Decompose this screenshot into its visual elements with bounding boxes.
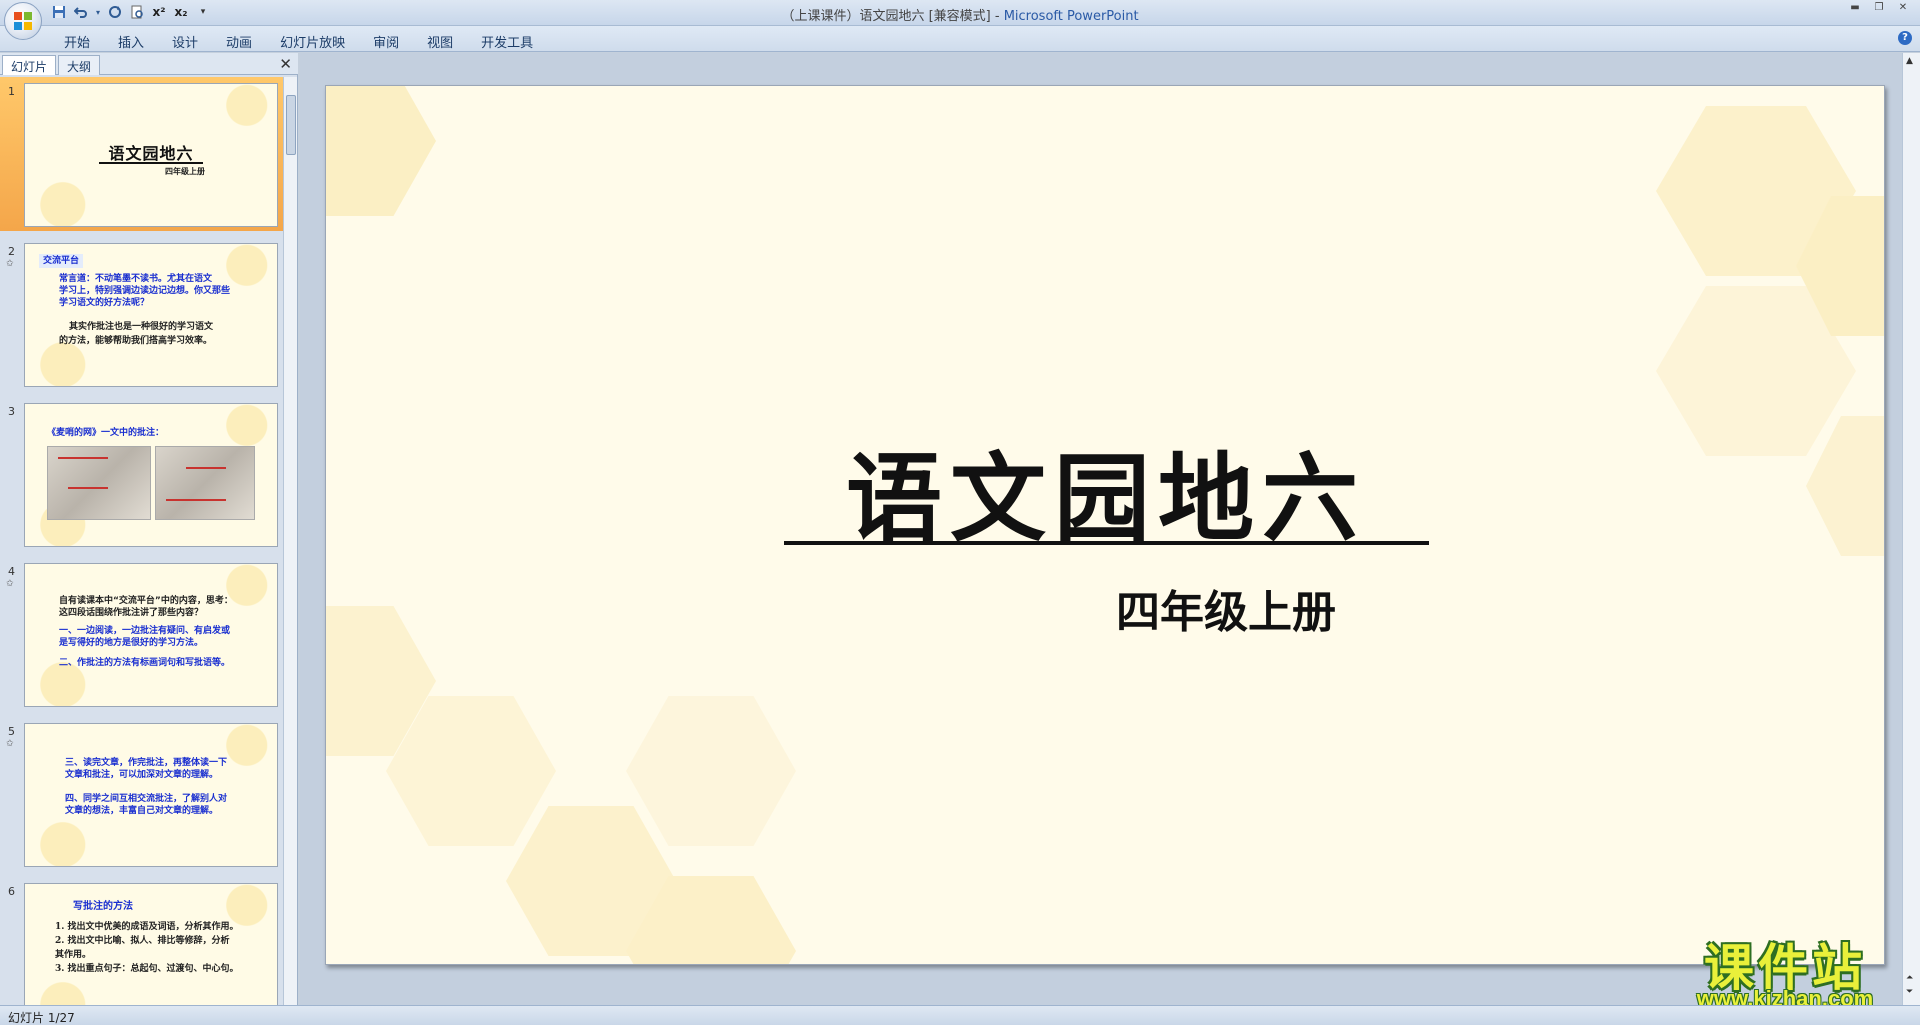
minimize-icon[interactable]: ▬ <box>1844 2 1866 16</box>
slide-thumbnail[interactable]: 写批注的方法 1. 找出文中优美的成语及词语，分析其作用。 2. 找出文中比喻、… <box>24 883 278 1005</box>
thumbnail-subtitle: 四年级上册 <box>165 166 205 176</box>
close-icon[interactable]: ✕ <box>1892 2 1914 16</box>
title-bar: ▾ x² x₂ ▾ （上课课件）语文园地六 [兼容模式] - Microsoft… <box>0 0 1920 26</box>
title-underline <box>784 541 1429 545</box>
slide-thumbnail[interactable]: 交流平台 常言道：不动笔墨不读书。尤其在语文 学习上，特别强调边读边记边想。你又… <box>24 243 278 387</box>
tab-view[interactable]: 视图 <box>413 30 467 53</box>
hexagon-decoration <box>626 696 796 846</box>
thumbnail-row[interactable]: 1 语文园地六 四年级上册 <box>0 77 284 231</box>
tab-slideshow[interactable]: 幻灯片放映 <box>266 30 359 53</box>
slide-number: 2 <box>8 245 15 258</box>
thumbnail-line: 文章的想法，丰富自己对文章的理解。 <box>65 806 219 816</box>
thumbnail-line: 是写得好的地方是很好的学习方法。 <box>59 638 204 648</box>
thumbnail-line: 文章和批注，可以加深对文章的理解。 <box>65 770 219 780</box>
annotation-photo <box>155 446 255 520</box>
thumbnail-line: 二、作批注的方法有标画词句和写批语等。 <box>59 658 231 668</box>
app-name: Microsoft PowerPoint <box>1003 9 1139 24</box>
thumbnail-heading: 交流平台 <box>39 254 84 268</box>
ribbon-tab-strip: 开始 插入 设计 动画 幻灯片放映 审阅 视图 开发工具 <box>50 30 547 53</box>
tab-slides[interactable]: 幻灯片 <box>2 55 57 75</box>
slide-title[interactable]: 语文园地六 <box>776 421 1436 560</box>
slide-number: 6 <box>8 885 15 898</box>
thumbnail-row[interactable]: 2 ✩ 交流平台 常言道：不动笔墨不读书。尤其在语文 学习上，特别强调边读边记边… <box>0 237 284 391</box>
slide-subtitle[interactable]: 四年级上册 <box>1116 576 1336 640</box>
thumbnail-row[interactable]: 5 ✩ 三、读完文章，作完批注，再整体读一下 文章和批注，可以加深对文章的理解。… <box>0 717 284 871</box>
thumbnail-heading: 《麦哨的网》一文中的批注： <box>47 428 165 438</box>
scrollbar-thumb[interactable] <box>286 95 296 155</box>
thumbnail-line: 2. 找出文中比喻、拟人、排比等修辞，分析 <box>55 936 230 946</box>
thumbnail-line: 1. 找出文中优美的成语及词语，分析其作用。 <box>55 922 239 932</box>
slide-thumbnail[interactable]: 《麦哨的网》一文中的批注： <box>24 403 278 547</box>
hexagon-decoration <box>1806 416 1884 556</box>
office-logo-icon <box>14 12 32 30</box>
red-ink-mark <box>58 457 108 459</box>
thumbnail-heading: 写批注的方法 <box>73 901 133 912</box>
slide-thumbnail[interactable]: 自有读课本中“交流平台”中的内容，思考： 这四段话围绕作批注讲了那些内容？ 一、… <box>24 563 278 707</box>
thumbnail-line: 其作用。 <box>55 950 92 960</box>
thumbnail-row[interactable]: 4 ✩ 自有读课本中“交流平台”中的内容，思考： 这四段话围绕作批注讲了那些内容… <box>0 557 284 711</box>
slide-thumbnail[interactable]: 三、读完文章，作完批注，再整体读一下 文章和批注，可以加深对文章的理解。 四、同… <box>24 723 278 867</box>
restore-icon[interactable]: ❐ <box>1868 2 1890 16</box>
thumbnail-row[interactable]: 3 《麦哨的网》一文中的批注： <box>0 397 284 551</box>
main-scrollbar[interactable]: ▲ ⏶ ⏷ <box>1902 53 1920 1005</box>
status-bar: 幻灯片 1/27 <box>0 1005 1920 1025</box>
tab-review[interactable]: 审阅 <box>359 30 413 53</box>
tab-design[interactable]: 设计 <box>158 30 212 53</box>
slide-canvas[interactable]: 语文园地六 四年级上册 <box>325 85 1885 965</box>
slide-number: 5 <box>8 725 15 738</box>
thumbnail-title: 语文园地六 <box>108 144 194 163</box>
window-title: （上课课件）语文园地六 [兼容模式] - Microsoft PowerPoin… <box>0 5 1920 24</box>
annotation-photo <box>47 446 151 520</box>
tab-insert[interactable]: 插入 <box>104 30 158 53</box>
watermark-logo: 课件站 www.kjzhan.com <box>1670 928 1900 1011</box>
hexagon-decoration <box>326 86 436 216</box>
pane-tab-strip: 幻灯片 大纲 ✕ <box>0 53 298 75</box>
tab-developer[interactable]: 开发工具 <box>467 30 547 53</box>
window-controls: ▬ ❐ ✕ <box>1844 2 1914 16</box>
tab-home[interactable]: 开始 <box>50 30 104 53</box>
slide-number: 4 <box>8 565 15 578</box>
thumbnail-line: 3. 找出重点句子：总起句、过渡句、中心句。 <box>55 964 239 974</box>
red-ink-mark <box>166 499 226 501</box>
red-ink-mark <box>186 467 226 469</box>
slide-counter: 幻灯片 1/27 <box>8 1011 75 1025</box>
thumbnail-line: 的方法，能够帮助我们搭高学习效率。 <box>59 336 213 346</box>
slide-number: 3 <box>8 405 15 418</box>
animation-star-icon: ✩ <box>6 579 14 589</box>
ribbon-tabs: 开始 插入 设计 动画 幻灯片放映 审阅 视图 开发工具 ? <box>0 26 1920 52</box>
slides-pane: 幻灯片 大纲 ✕ 1 语文园地六 四年级上册 2 ✩ 交流平台 常言道：不动笔墨… <box>0 53 298 1005</box>
animation-star-icon: ✩ <box>6 259 14 269</box>
thumbnail-line: 学习语文的好方法呢？ <box>59 298 150 308</box>
slide-thumbnail[interactable]: 语文园地六 四年级上册 <box>24 83 278 227</box>
pane-scrollbar[interactable] <box>283 77 297 1005</box>
document-title: （上课课件）语文园地六 [兼容模式] <box>781 9 991 24</box>
title-separator: - <box>990 9 1004 24</box>
tab-outline[interactable]: 大纲 <box>58 55 101 75</box>
red-ink-mark <box>68 487 108 489</box>
thumbnail-line: 其实作批注也是一种很好的学习语文 <box>69 322 214 332</box>
tab-animations[interactable]: 动画 <box>212 30 266 53</box>
thumbnail-list: 1 语文园地六 四年级上册 2 ✩ 交流平台 常言道：不动笔墨不读书。尤其在语文… <box>0 77 284 1005</box>
prev-slide-icon[interactable]: ⏶ <box>1906 973 1913 983</box>
close-pane-icon[interactable]: ✕ <box>279 55 292 73</box>
help-icon[interactable]: ? <box>1898 31 1912 45</box>
animation-star-icon: ✩ <box>6 739 14 749</box>
thumbnail-row[interactable]: 6 写批注的方法 1. 找出文中优美的成语及词语，分析其作用。 2. 找出文中比… <box>0 877 284 1005</box>
next-slide-icon[interactable]: ⏷ <box>1906 987 1913 997</box>
thumbnail-line: 这四段话围绕作批注讲了那些内容？ <box>59 608 204 618</box>
slide-number: 1 <box>8 85 15 98</box>
office-button[interactable] <box>4 2 42 40</box>
scroll-up-icon[interactable]: ▲ <box>1906 56 1913 66</box>
